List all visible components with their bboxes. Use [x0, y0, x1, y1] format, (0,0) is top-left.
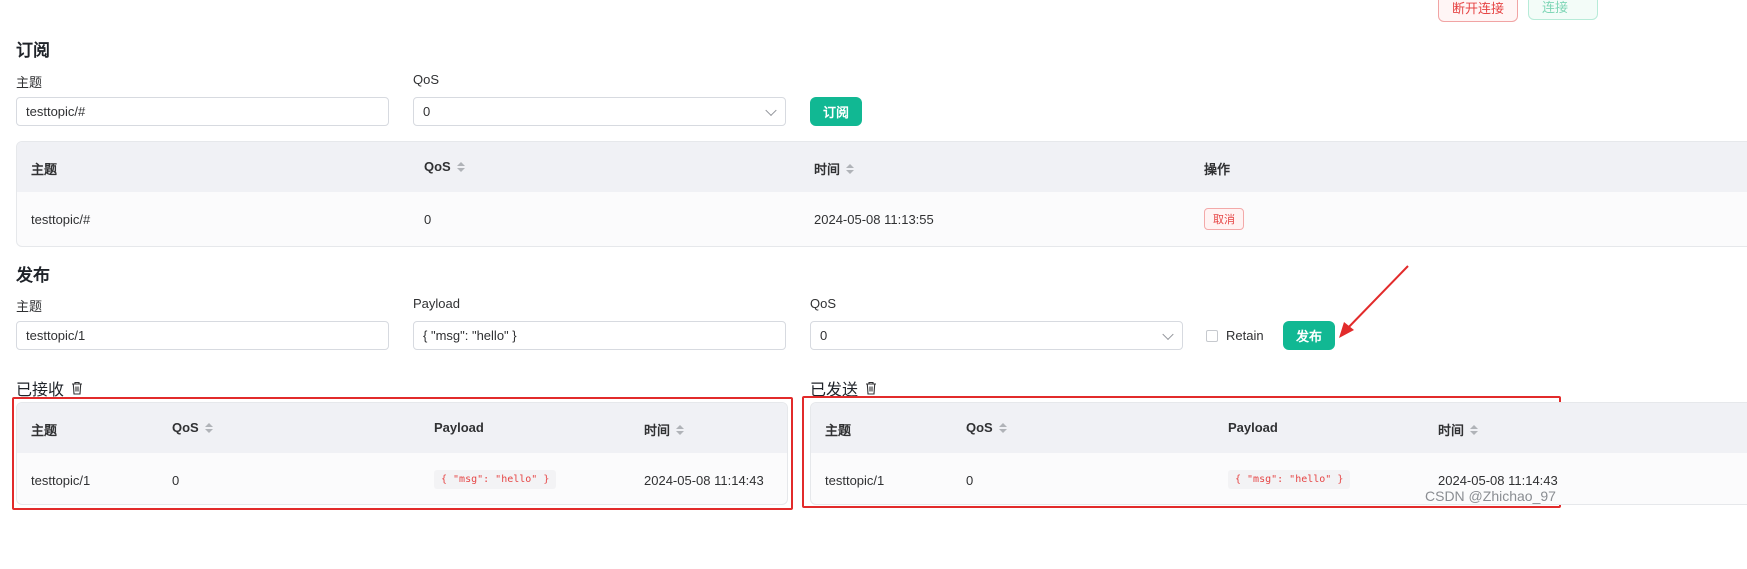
sort-icon[interactable] — [998, 422, 1007, 433]
header-payload: Payload — [1228, 420, 1278, 435]
header-action: 操作 — [1204, 162, 1231, 177]
retain-checkbox[interactable]: Retain — [1206, 328, 1264, 343]
header-topic: 主题 — [31, 423, 58, 438]
annotation-arrow-icon — [1339, 265, 1409, 338]
header-time[interactable]: 时间 — [644, 420, 685, 439]
row-time: 2024-05-08 11:14:43 — [1438, 473, 1558, 488]
checkbox-box[interactable] — [1206, 329, 1218, 342]
header-topic: 主题 — [31, 162, 58, 177]
subscribe-qos-select[interactable]: 0 — [413, 97, 786, 126]
disconnect-button-label: 断开连接 — [1451, 0, 1504, 16]
sort-icon[interactable] — [676, 424, 685, 435]
publish-topic-value: testtopic/1 — [26, 328, 86, 343]
row-time: 2024-05-08 11:14:43 — [644, 473, 764, 488]
payload-label: Payload — [413, 296, 460, 311]
publish-section-title: 发布 — [16, 266, 50, 285]
row-topic: testtopic/1 — [31, 473, 91, 488]
row-payload: { "msg": "hello" } — [1228, 470, 1351, 489]
subscriptions-table-header: 主题 QoS 时间 操作 — [17, 142, 1747, 192]
publish-qos-label: QoS — [810, 296, 837, 311]
row-topic: testtopic/# — [31, 212, 91, 227]
table-row: testtopic/# 0 2024-05-08 11:13:55 取消 — [17, 193, 1747, 245]
sent-table-header: 主题 QoS Payload 时间 — [811, 403, 1747, 453]
subscribe-section-title: 订阅 — [16, 41, 50, 60]
received-table-header: 主题 QoS Payload 时间 — [17, 403, 787, 453]
retain-label: Retain — [1226, 328, 1264, 343]
row-qos: 0 — [424, 212, 432, 227]
subscribe-qos-label: QoS — [413, 72, 440, 87]
payload-input[interactable]: { "msg": "hello" } — [413, 321, 786, 350]
header-qos[interactable]: QoS — [424, 159, 465, 174]
publish-topic-label: 主题 — [16, 299, 43, 314]
subscriptions-table: 主题 QoS 时间 操作 testtopic/# 0 2024-05-08 11… — [16, 141, 1747, 247]
header-time[interactable]: 时间 — [1438, 420, 1479, 439]
table-row: testtopic/1 0 { "msg": "hello" } 2024-05… — [17, 454, 787, 504]
subscribe-button-label: 订阅 — [822, 105, 849, 120]
sort-icon[interactable] — [846, 163, 855, 174]
subscribe-topic-value: testtopic/# — [26, 104, 86, 119]
header-time[interactable]: 时间 — [814, 159, 855, 178]
chevron-down-icon — [1162, 328, 1174, 340]
header-payload: Payload — [434, 420, 484, 435]
publish-topic-input[interactable]: testtopic/1 — [16, 321, 389, 350]
trash-icon[interactable] — [71, 381, 83, 395]
row-qos: 0 — [172, 473, 180, 488]
watermark: CSDN @Zhichao_97 — [1425, 488, 1556, 504]
header-qos[interactable]: QoS — [172, 420, 213, 435]
row-topic: testtopic/1 — [825, 473, 885, 488]
row-time: 2024-05-08 11:13:55 — [814, 212, 934, 227]
trash-icon[interactable] — [865, 381, 877, 395]
sort-icon[interactable] — [204, 422, 213, 433]
subscribe-qos-value: 0 — [423, 104, 431, 119]
publish-button[interactable]: 发布 — [1283, 321, 1335, 350]
sort-icon[interactable] — [456, 161, 465, 172]
disconnect-button[interactable]: 断开连接 — [1438, 0, 1518, 22]
sent-table: 主题 QoS Payload 时间 testtopic/1 0 { "msg":… — [810, 402, 1747, 505]
header-qos[interactable]: QoS — [966, 420, 1007, 435]
publish-qos-select[interactable]: 0 — [810, 321, 1183, 350]
row-qos: 0 — [966, 473, 974, 488]
connect-button[interactable]: 连接 — [1528, 0, 1598, 20]
publish-qos-value: 0 — [820, 328, 828, 343]
publish-button-label: 发布 — [1295, 329, 1322, 344]
received-table: 主题 QoS Payload 时间 testtopic/1 0 { "msg":… — [16, 402, 788, 505]
unsubscribe-button[interactable]: 取消 — [1204, 208, 1244, 230]
table-row: testtopic/1 0 { "msg": "hello" } 2024-05… — [811, 454, 1747, 504]
payload-value: { "msg": "hello" } — [423, 328, 517, 343]
sort-icon[interactable] — [1470, 424, 1479, 435]
subscribe-button[interactable]: 订阅 — [810, 97, 862, 126]
subscribe-topic-input[interactable]: testtopic/# — [16, 97, 389, 126]
chevron-down-icon — [765, 104, 777, 116]
subscribe-topic-label: 主题 — [16, 75, 43, 90]
connect-button-label: 连接 — [1542, 0, 1569, 15]
row-payload: { "msg": "hello" } — [434, 470, 557, 489]
header-topic: 主题 — [825, 423, 852, 438]
